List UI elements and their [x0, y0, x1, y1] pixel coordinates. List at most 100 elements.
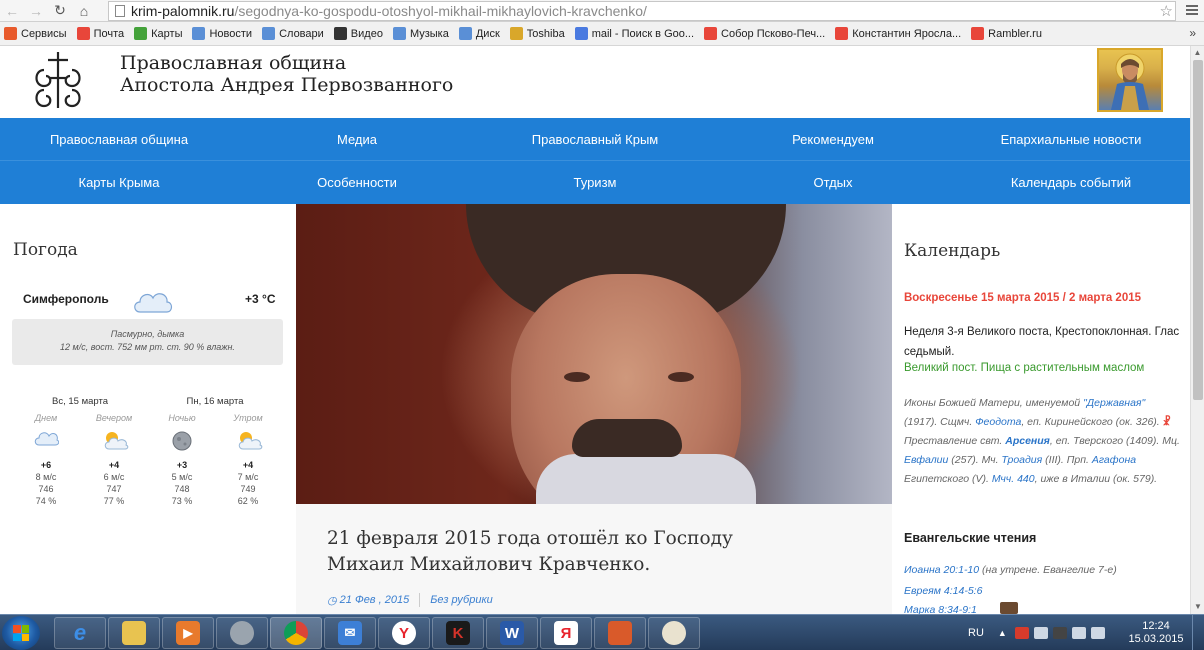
moon-icon — [169, 429, 195, 455]
nav-item-orthodox-crimea[interactable]: Православный Крым — [476, 118, 714, 160]
cloud-icon — [134, 293, 173, 313]
bookmarks-bar: Сервисы Почта Карты Новости Словари Видео Музы… — [0, 22, 1204, 46]
taskbar-toolbox[interactable] — [594, 617, 646, 649]
maps-icon — [134, 27, 148, 40]
taskbar-disc[interactable] — [216, 617, 268, 649]
bookmark-item[interactable]: mail - Поиск в Goo... — [574, 27, 694, 40]
forecast-column: Днем +6 8 м/с 746 74 % — [24, 412, 68, 507]
weather-description: Пасмурно, дымка 12 м/с, вост. 752 мм рт.… — [12, 319, 283, 365]
bookmark-item[interactable]: Новости — [192, 27, 252, 40]
show-desktop-button[interactable] — [1192, 615, 1204, 650]
taskbar-kaspersky[interactable]: K — [432, 617, 484, 649]
taskbar-yandex[interactable]: Я — [540, 617, 592, 649]
nav-row-1: Православная община Медиа Православный К… — [0, 118, 1190, 161]
nav-item-media[interactable]: Медиа — [238, 118, 476, 160]
apps-grid-icon — [4, 27, 17, 40]
page-icon — [262, 27, 276, 40]
taskbar-clock[interactable]: 12:24 15.03.2015 — [1126, 620, 1186, 646]
scroll-down-icon[interactable]: ▼ — [1191, 600, 1204, 614]
bookmark-item[interactable]: Диск — [458, 27, 500, 40]
taskbar-yandex-browser[interactable]: Y — [378, 617, 430, 649]
taskbar-mail[interactable]: ✉ — [324, 617, 376, 649]
nav-item-leisure[interactable]: Отдых — [714, 161, 952, 204]
article-title[interactable]: 21 февраля 2015 года отошёл ко Господу М… — [327, 526, 797, 578]
antivirus-tray-icon[interactable] — [1014, 627, 1029, 639]
bookmark-item[interactable]: Словари — [262, 27, 324, 40]
nav-item-crimea-maps[interactable]: Карты Крыма — [0, 161, 238, 204]
bookmark-item[interactable]: Собор Псково-Печ... — [704, 27, 825, 40]
url-path: /segodnya-ko-gospodu-otoshyol-mikhail-mi… — [234, 3, 647, 19]
volume-icon[interactable] — [1033, 627, 1048, 639]
bookmark-item[interactable]: Карты — [134, 27, 182, 40]
article-date[interactable]: 21 Фев , 2015 — [340, 594, 410, 606]
language-indicator[interactable]: RU — [968, 627, 984, 639]
nav-item-community[interactable]: Православная община — [0, 118, 238, 160]
article-category[interactable]: Без рубрики — [430, 594, 493, 606]
bookmark-star-icon[interactable]: ☆ — [1160, 2, 1173, 20]
weather-condition: Пасмурно, дымка — [110, 329, 185, 339]
bookmark-item[interactable]: Видео — [333, 27, 383, 40]
nav-item-recommend[interactable]: Рекомендуем — [714, 118, 952, 160]
bookmark-item[interactable]: Rambler.ru — [971, 27, 1042, 40]
disc-icon — [230, 621, 254, 645]
taskbar-chrome[interactable] — [270, 617, 322, 649]
gospel-reading-2[interactable]: Евреям 4:14-5:6 — [904, 585, 982, 597]
forecast-temp: +4 — [108, 460, 120, 470]
reload-icon[interactable]: ↻ — [48, 0, 72, 22]
forecast-period: Ночью — [168, 413, 196, 423]
community-logo-icon[interactable] — [30, 50, 86, 110]
browser-menu-icon[interactable] — [1184, 2, 1200, 18]
article-photo[interactable] — [296, 204, 892, 504]
clock-time: 12:24 — [1142, 620, 1170, 632]
taskbar-explorer[interactable] — [108, 617, 160, 649]
sun-cloud-icon — [101, 429, 129, 455]
weather-details: 12 м/с, вост. 752 мм рт. ст. 90 % влажн. — [60, 342, 235, 352]
saint-link[interactable]: Феодота — [975, 416, 1021, 428]
network-icon[interactable] — [1071, 627, 1086, 639]
page-scrollbar[interactable]: ▲ ▼ — [1190, 46, 1204, 614]
bookmark-item[interactable]: Константин Яросла... — [835, 27, 961, 40]
article-body: 21 февраля 2015 года отошёл ко Господу М… — [296, 504, 892, 614]
bookmark-item[interactable]: Почта — [76, 27, 124, 40]
scroll-thumb[interactable] — [1193, 60, 1203, 400]
home-icon[interactable]: ⌂ — [72, 0, 96, 22]
bookmark-item[interactable]: Сервисы — [4, 27, 67, 40]
taskbar-ie[interactable]: e — [54, 617, 106, 649]
nav-item-diocese-news[interactable]: Епархиальные новости — [952, 118, 1190, 160]
forecast-humidity: 62 % — [237, 496, 259, 506]
taskbar-paint[interactable] — [648, 617, 700, 649]
saint-link[interactable]: "Державная" — [1083, 397, 1145, 409]
taskbar-word[interactable]: W — [486, 617, 538, 649]
bookmark-item[interactable]: Музыка — [392, 27, 449, 40]
saint-link[interactable]: Троадия — [1001, 454, 1042, 466]
nav-item-tourism[interactable]: Туризм — [476, 161, 714, 204]
taskbar-media[interactable]: ▶ — [162, 617, 214, 649]
book-icon — [1000, 602, 1018, 614]
start-icon[interactable] — [2, 616, 40, 650]
address-bar[interactable]: krim-palomnik.ru/segodnya-ko-gospodu-oto… — [108, 1, 1176, 21]
forecast-day-2: Пн, 16 марта — [186, 396, 244, 407]
forecast-humidity: 73 % — [171, 496, 193, 506]
saint-link[interactable]: Арсения — [1005, 435, 1050, 447]
bookmark-item[interactable]: Toshiba — [509, 27, 565, 40]
nav-item-features[interactable]: Особенности — [238, 161, 476, 204]
back-icon[interactable]: ← — [0, 0, 24, 22]
gospel-reading-1: Иоанна 20:1-10 (на утрене. Евангелие 7-е… — [904, 564, 1117, 576]
nav-row-2: Карты Крыма Особенности Туризм Отдых Кал… — [0, 161, 1190, 204]
display-icon[interactable] — [1090, 627, 1105, 639]
video-icon — [333, 27, 347, 40]
saint-link[interactable]: Агафона — [1092, 454, 1136, 466]
forecast-humidity: 74 % — [35, 496, 57, 506]
forward-icon[interactable]: → — [24, 0, 48, 22]
bookmarks-more-icon[interactable]: » — [1189, 26, 1196, 40]
kaspersky-icon: K — [446, 621, 470, 645]
system-tray: RU ▲ — [968, 615, 1110, 650]
scroll-up-icon[interactable]: ▲ — [1191, 46, 1204, 60]
saint-link[interactable]: Мчч. 440 — [992, 473, 1035, 485]
forecast-column: Утром +4 7 м/с 749 62 % — [226, 412, 270, 507]
battery-icon[interactable] — [1052, 627, 1067, 639]
saint-link[interactable]: Евфалии — [904, 454, 948, 466]
tray-expand-icon[interactable]: ▲ — [998, 628, 1007, 638]
site-title[interactable]: Православная община Апостола Андрея Перв… — [120, 52, 453, 96]
nav-item-events-calendar[interactable]: Календарь событий — [952, 161, 1190, 204]
